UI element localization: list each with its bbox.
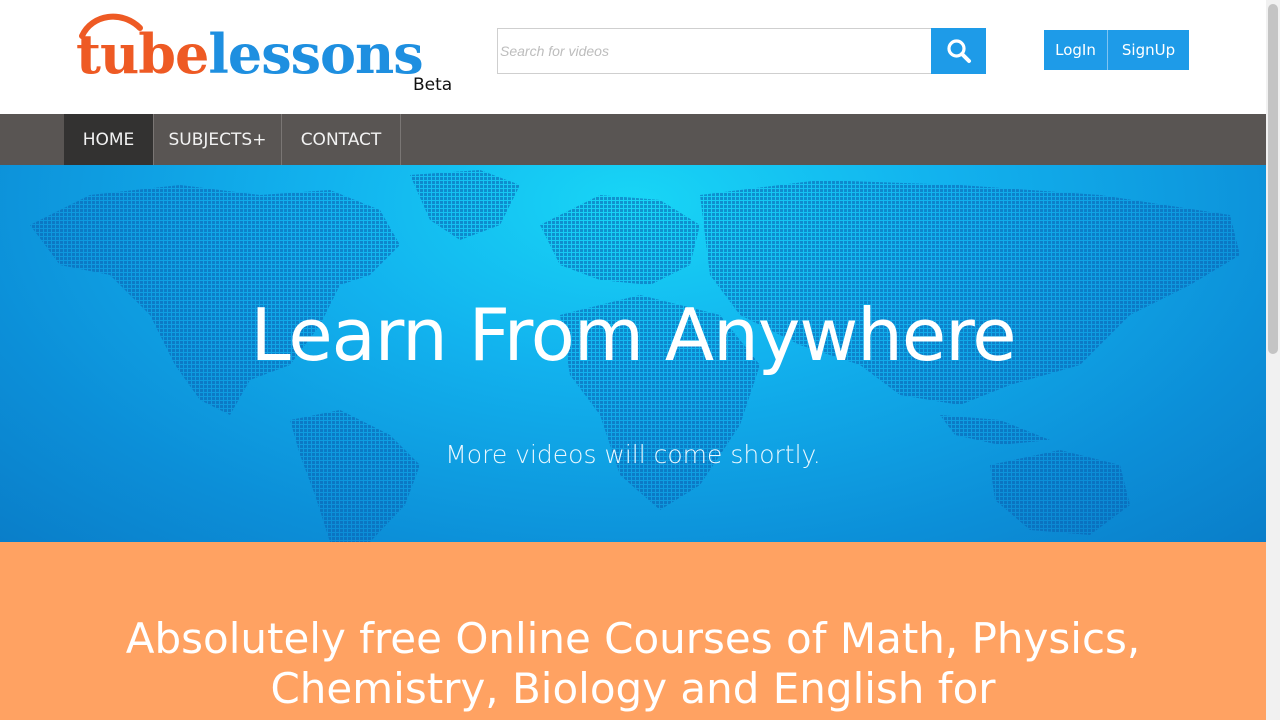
- site-logo[interactable]: tubelessons Beta: [76, 10, 456, 100]
- promo-section: Absolutely free Online Courses of Math, …: [0, 542, 1266, 720]
- main-nav: HOME SUBJECTS+ CONTACT: [0, 114, 1266, 165]
- hero-title: Learn From Anywhere: [250, 293, 1016, 377]
- login-button[interactable]: LogIn: [1044, 30, 1108, 70]
- beta-label: Beta: [413, 75, 453, 95]
- logo-wordmark-tube: tube: [76, 22, 209, 86]
- logo-wordmark-lessons: lessons: [208, 22, 423, 86]
- site-header: tubelessons Beta LogIn SignUp: [0, 0, 1266, 114]
- signup-button[interactable]: SignUp: [1108, 30, 1189, 70]
- nav-item-contact[interactable]: CONTACT: [282, 114, 401, 165]
- search-input[interactable]: [497, 28, 931, 74]
- hero-subtitle: More videos will come shortly.: [445, 440, 821, 469]
- auth-buttons: LogIn SignUp: [1044, 30, 1189, 70]
- nav-item-home[interactable]: HOME: [64, 114, 154, 165]
- nav-item-subjects[interactable]: SUBJECTS+: [154, 114, 282, 165]
- promo-heading: Absolutely free Online Courses of Math, …: [125, 614, 1141, 713]
- logo-wordmark: tubelessons: [76, 22, 424, 86]
- scrollbar-thumb[interactable]: [1268, 4, 1278, 354]
- hero-banner: Learn From Anywhere More videos will com…: [0, 165, 1266, 542]
- nav-list: HOME SUBJECTS+ CONTACT: [64, 114, 401, 165]
- search-button[interactable]: [931, 28, 986, 74]
- search-bar: [497, 28, 986, 74]
- page-scrollbar[interactable]: [1266, 0, 1280, 720]
- search-icon: [946, 39, 971, 63]
- page: tubelessons Beta LogIn SignUp HOME SUBJE…: [0, 0, 1266, 720]
